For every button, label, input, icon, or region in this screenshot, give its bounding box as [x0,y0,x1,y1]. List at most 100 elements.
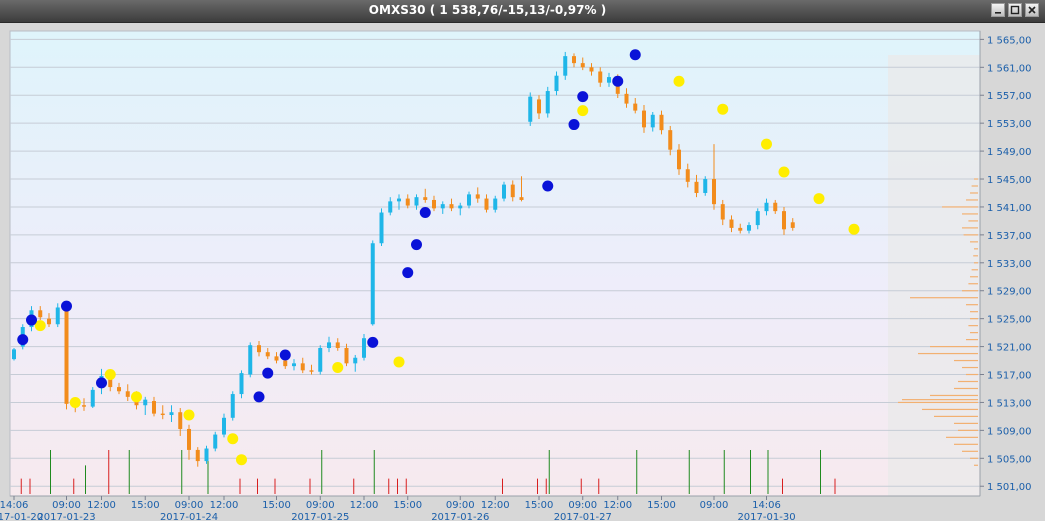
volume-profile-bar [963,234,978,236]
volume-profile-bar [974,464,978,466]
volume-profile-bar [970,457,978,459]
candle-body [248,345,253,375]
buy-signal-dot [279,349,291,361]
x-time-label: 15:00 [393,500,422,511]
volume-profile-bar [954,359,978,362]
candlestick-chart[interactable]: 1 501,00 1 505,00 1 509,00 1 513,00 1 517,00… [0,22,1045,521]
candle-body [563,56,568,76]
candle-body [537,99,541,114]
candle-body [449,204,454,209]
x-time-label: 12:00 [603,500,632,511]
y-tick-label: 1 549,00 [987,147,1032,158]
candle-body [659,114,664,131]
candle-body [213,434,218,449]
sell-signal-dot [761,138,772,150]
volume-profile-bar [962,450,978,452]
candle-body [239,373,244,395]
candle-body [222,417,226,435]
candle-body [397,198,401,202]
candle-body [668,130,673,150]
candle-body [379,212,384,244]
volume-profile-bar [968,220,978,222]
volume-profile-bar [970,241,978,243]
x-time-label: 15:00 [131,500,160,511]
volume-profile-bar [934,415,978,418]
candle-body [117,387,121,392]
candle-body [230,394,235,418]
y-tick-label: 1 509,00 [987,426,1032,437]
x-date-label: 2017-01-26 [431,512,489,521]
candle-body [528,96,533,122]
candle-body [300,363,305,371]
buy-signal-dot [568,119,580,131]
candle-body [90,389,95,407]
candle-body [510,184,515,198]
candle-body [204,448,209,462]
candle-body [440,204,445,209]
x-time-label: 12:00 [210,500,239,511]
y-tick-label: 1 505,00 [987,454,1032,465]
x-date-label: 2017-01-25 [291,512,349,521]
candle-body [764,202,769,212]
x-date-label: 2017-01-24 [160,512,218,521]
candle-body [694,181,699,193]
candle-body [274,356,279,361]
y-tick-label: 1 525,00 [987,315,1032,326]
candle-body [38,310,43,318]
buy-signal-dot [26,314,37,326]
candle-body [545,91,550,114]
sell-signal-dot [183,409,195,421]
sell-signal-dot [332,362,344,374]
candle-body [64,308,69,404]
sell-signal-dot [393,356,405,368]
x-date-label: 2017-01-23 [37,512,95,521]
candle-body [405,198,410,206]
close-button[interactable] [1025,3,1039,17]
candle-body [143,399,148,406]
candle-body [642,110,646,128]
sell-signal-dot [673,75,685,87]
candle-body [388,201,393,213]
buy-signal-dot [402,267,414,279]
sell-signal-dot [813,193,825,205]
volume-profile-bar [954,443,978,445]
candle-body [178,412,183,429]
candle-body [677,149,681,170]
volume-profile-bar [974,248,978,250]
y-tick-label: 1 533,00 [987,259,1032,270]
volume-profile-bar [971,269,978,271]
candle-body [703,179,708,193]
buy-signal-dot [542,180,554,192]
maximize-icon [1010,5,1020,15]
maximize-button[interactable] [1008,3,1022,17]
minimize-icon [995,12,1001,14]
y-tick-label: 1 561,00 [987,63,1032,74]
buy-signal-dot [262,367,274,379]
volume-profile-bar [970,332,978,334]
volume-profile-bar [930,345,978,348]
y-tick-label: 1 545,00 [987,175,1032,186]
x-axis: 14:062017-01-2009:002017-01-2312:0015:00… [0,496,796,521]
x-time-label: 09:00 [700,500,729,511]
candle-body [458,205,463,209]
candle-body [624,93,629,104]
candle-body [160,413,165,416]
candle-body [12,349,16,360]
volume-profile-bar [968,325,978,327]
minimize-button[interactable] [991,3,1005,17]
candle-body [572,56,576,64]
volume-profile-bar [966,339,978,341]
y-tick-label: 1 537,00 [987,231,1032,242]
x-time-label: 15:00 [525,500,554,511]
candle-body [607,77,611,83]
volume-profile-bar [962,227,978,229]
volume-profile-bar [930,394,978,397]
x-time-label: 15:00 [262,500,291,511]
candle-body [773,202,778,212]
candle-body [747,225,751,231]
candle-body [327,342,331,348]
y-tick-label: 1 521,00 [987,343,1032,354]
candle-body [712,179,716,205]
title-bar[interactable]: OMXS30 ( 1 538,76/-15,13/-0,97% ) [0,0,1045,23]
candle-body [729,219,734,228]
